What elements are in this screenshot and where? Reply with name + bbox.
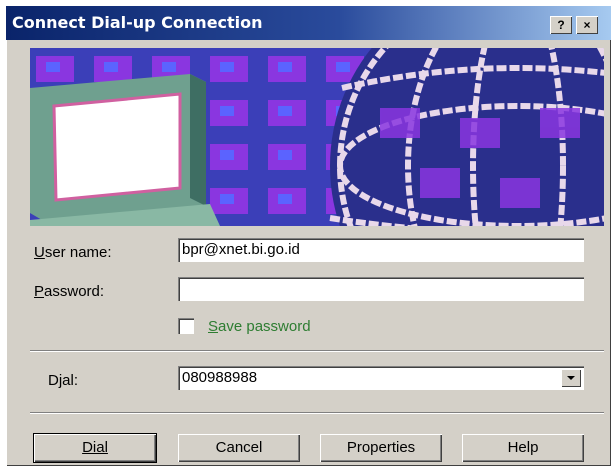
dialog-window: Connect Dial-up Connection ? × User name… [6,6,611,466]
close-icon: × [583,18,591,32]
window-title: Connect Dial-up Connection [12,13,263,32]
dial-button[interactable]: Dial [34,434,156,462]
password-label: Password: [34,283,105,300]
password-input[interactable] [178,277,584,301]
save-password-checkbox[interactable] [178,318,194,334]
separator-top [30,350,604,352]
help-button[interactable]: Help [462,434,584,462]
username-label: User name: [34,244,112,261]
help-icon: ? [557,18,565,32]
dial-number-select[interactable]: 080988988 [178,366,584,390]
separator-bottom [30,412,604,414]
properties-button[interactable]: Properties [320,434,442,462]
cancel-button[interactable]: Cancel [178,434,300,462]
dial-label: Djal: [48,372,79,389]
connection-banner [30,48,604,226]
help-caption-button[interactable]: ? [550,16,572,34]
chevron-down-icon[interactable] [561,369,581,387]
save-password-label[interactable]: Save password [208,318,311,335]
username-input[interactable]: bpr@xnet.bi.go.id [178,238,584,262]
computer-globe-illustration [30,48,604,226]
dial-number-value: 080988988 [182,369,258,386]
title-bar[interactable]: Connect Dial-up Connection ? × [6,6,611,40]
close-caption-button[interactable]: × [576,16,598,34]
